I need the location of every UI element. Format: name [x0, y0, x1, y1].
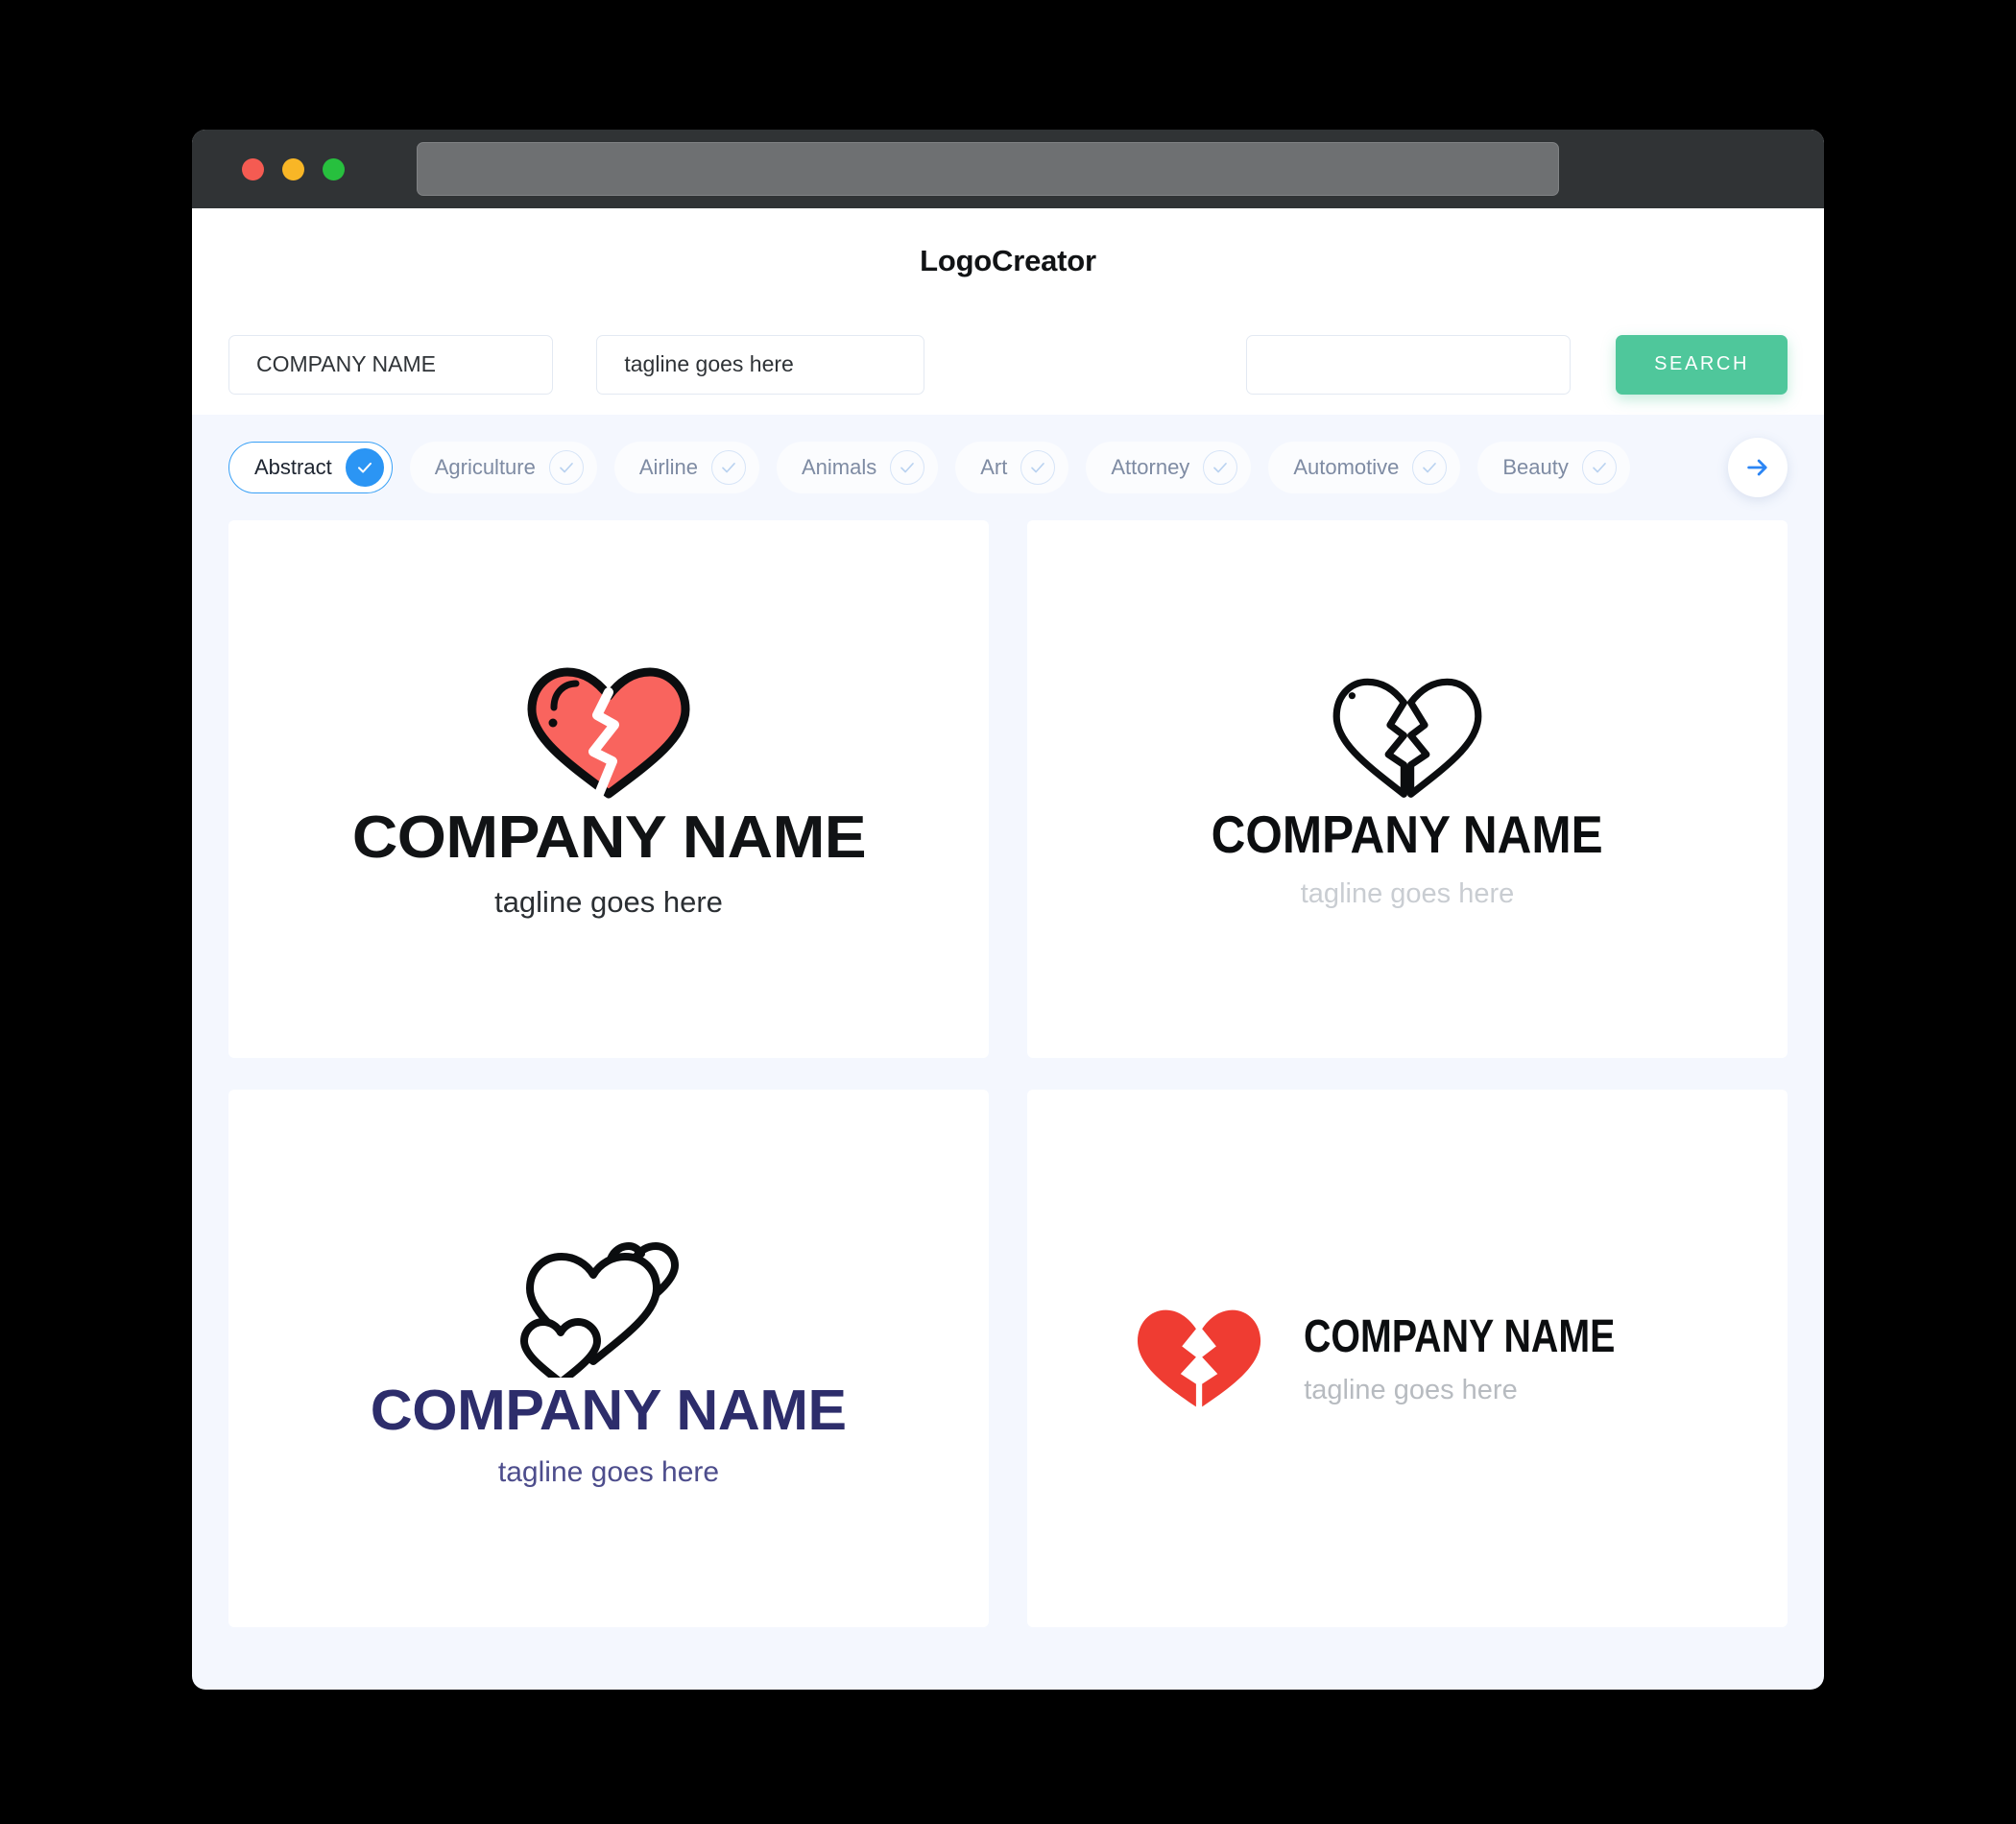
url-address-bar[interactable] [417, 142, 1559, 196]
category-chip-label: Beauty [1502, 455, 1569, 479]
check-icon [548, 450, 584, 485]
minimize-window-button[interactable] [282, 157, 304, 180]
check-icon [1412, 450, 1448, 485]
category-chip-airline[interactable]: Airline [613, 442, 759, 493]
check-icon [1203, 450, 1238, 485]
logo-company-name: COMPANY NAME [351, 804, 866, 871]
check-icon [1020, 450, 1056, 485]
search-button[interactable]: SEARCH [1616, 334, 1788, 395]
logo-company-name: COMPANY NAME [1304, 1311, 1616, 1362]
logo-card[interactable]: COMPANY NAME tagline goes here [1027, 520, 1788, 1058]
search-toolbar: COMPANY NAME tagline goes here SEARCH [192, 314, 1824, 415]
category-chip-art[interactable]: Art [955, 442, 1069, 493]
logo-text-block: COMPANY NAME tagline goes here [1304, 1310, 1684, 1406]
logo-composition: COMPANY NAME tagline goes here [351, 660, 866, 920]
browser-title-bar [192, 130, 1824, 208]
category-chip-animals[interactable]: Animals [777, 442, 939, 493]
logo-card[interactable]: COMPANY NAME tagline goes here [228, 520, 989, 1058]
category-filter-bar: Abstract Agriculture Airline Animals Art [192, 415, 1824, 520]
check-icon [1581, 450, 1617, 485]
tagline-input[interactable]: tagline goes here [596, 334, 924, 395]
logo-company-name: COMPANY NAME [371, 1378, 847, 1442]
category-chip-label: Airline [638, 455, 698, 479]
check-icon [711, 450, 746, 485]
logo-company-name: COMPANY NAME [1212, 804, 1603, 864]
category-chip-attorney[interactable]: Attorney [1086, 442, 1252, 493]
category-chip-automotive[interactable]: Automotive [1268, 442, 1461, 493]
logo-composition: COMPANY NAME tagline goes here [1189, 669, 1624, 910]
logo-composition: COMPANY NAME tagline goes here [1131, 1296, 1684, 1421]
broken-heart-solid-red-icon [1138, 1309, 1261, 1407]
category-chip-label: Animals [802, 455, 877, 479]
category-chip-beauty[interactable]: Beauty [1477, 442, 1630, 493]
logo-composition: COMPANY NAME tagline goes here [371, 1229, 847, 1489]
category-chip-label: Abstract [254, 455, 332, 479]
close-window-button[interactable] [242, 157, 264, 180]
three-hearts-outline-icon [520, 1241, 679, 1378]
arrow-right-glyph [1747, 459, 1767, 476]
category-chip-label: Automotive [1293, 455, 1400, 479]
company-name-input[interactable]: COMPANY NAME [228, 334, 554, 395]
logo-tagline: tagline goes here [494, 884, 723, 919]
arrow-right-icon[interactable] [1728, 438, 1788, 497]
category-chip-label: Agriculture [434, 455, 536, 479]
maximize-window-button[interactable] [323, 157, 345, 180]
check-icon [345, 448, 384, 487]
browser-window: LogoCreator COMPANY NAME tagline goes he… [192, 130, 1824, 1690]
logo-tagline: tagline goes here [1300, 877, 1515, 909]
broken-heart-filled-outlined-icon [527, 667, 690, 799]
logo-card[interactable]: COMPANY NAME tagline goes here [228, 1090, 989, 1627]
logo-card[interactable]: COMPANY NAME tagline goes here [1027, 1090, 1788, 1627]
category-chip-label: Attorney [1111, 455, 1190, 479]
app-header: LogoCreator [192, 208, 1824, 314]
logo-results-grid: COMPANY NAME tagline goes here COMPANY N… [192, 520, 1824, 1664]
category-chip-abstract[interactable]: Abstract [228, 442, 393, 493]
logo-tagline: tagline goes here [497, 1455, 720, 1488]
category-chip-label: Art [980, 455, 1008, 479]
traffic-light-group [242, 157, 345, 180]
check-icon [890, 450, 925, 485]
app-title: LogoCreator [920, 244, 1096, 277]
logo-tagline: tagline goes here [1304, 1375, 1518, 1405]
broken-heart-outline-icon [1332, 678, 1482, 798]
category-chip-agriculture[interactable]: Agriculture [409, 442, 597, 493]
keyword-input[interactable] [1245, 334, 1572, 395]
